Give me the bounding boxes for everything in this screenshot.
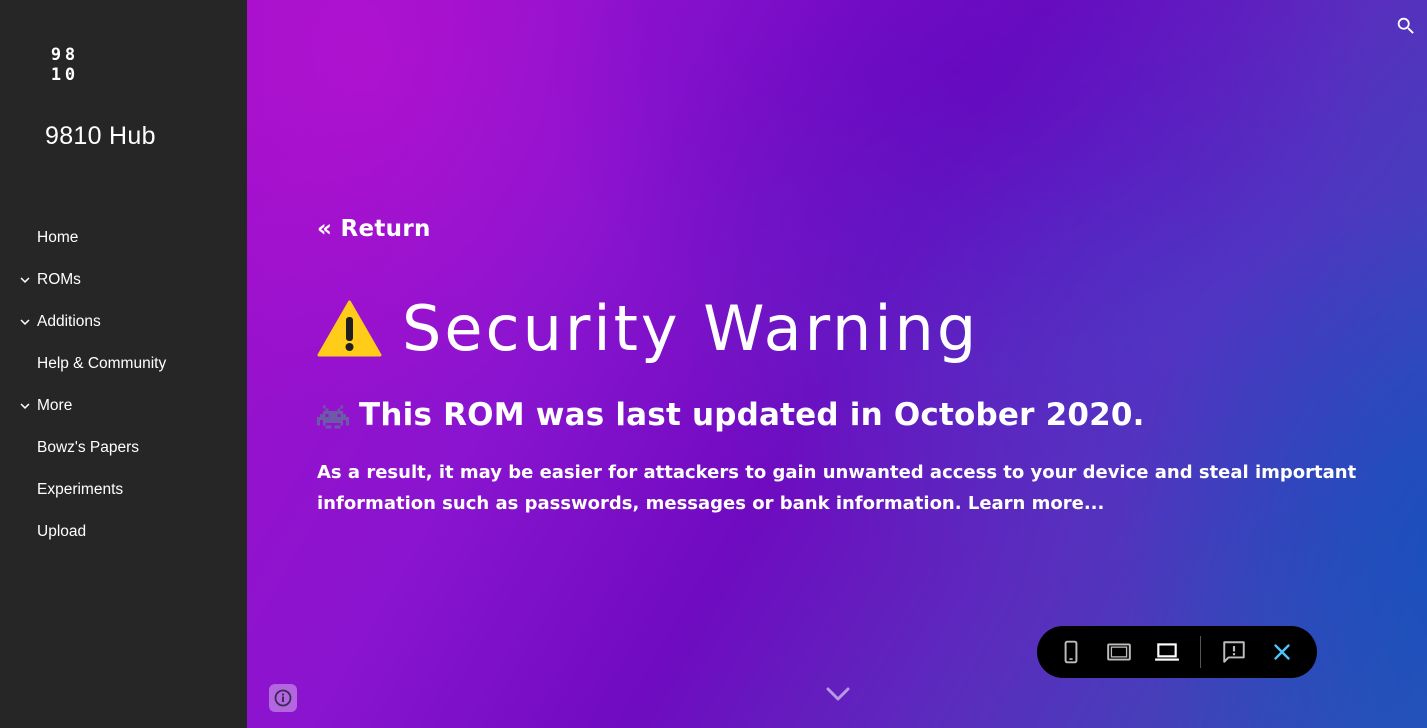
sidebar-item-bowzs-papers[interactable]: Bowz's Papers (0, 427, 247, 469)
sidebar-item-label: Help & Community (37, 355, 167, 372)
scroll-down-chevron-icon[interactable] (825, 684, 851, 704)
logo-digit: 9 (50, 45, 62, 65)
sidebar-item-additions[interactable]: Additions (0, 301, 247, 343)
sidebar-item-label: More (37, 397, 73, 414)
device-bar-divider (1200, 636, 1201, 668)
sidebar-item-roms[interactable]: ROMs (0, 259, 247, 301)
logo-digit: 0 (64, 64, 76, 85)
sidebar-nav: Home ROMs Additions Help & Community Mor… (0, 217, 247, 553)
phone-preview-icon[interactable] (1058, 639, 1084, 665)
sidebar-item-label: Bowz's Papers (37, 439, 140, 456)
space-invader-icon (317, 405, 349, 429)
sidebar: 9 8 1 0 9810 Hub Home ROMs Additions Hel… (0, 0, 247, 728)
return-link[interactable]: « Return (317, 216, 431, 242)
logo-digit: 1 (50, 64, 62, 85)
sidebar-item-help-community[interactable]: Help & Community (0, 343, 247, 385)
close-icon[interactable] (1269, 639, 1295, 665)
sidebar-item-experiments[interactable]: Experiments (0, 469, 247, 511)
info-icon (274, 689, 292, 707)
hero-section: « Return Security Warning This ROM was l… (247, 0, 1427, 728)
laptop-preview-icon[interactable] (1154, 639, 1180, 665)
site-title[interactable]: 9810 Hub (45, 122, 156, 151)
sidebar-item-label: ROMs (37, 271, 81, 288)
subheadline: This ROM was last updated in October 202… (359, 397, 1145, 433)
sidebar-item-label: Upload (37, 523, 87, 540)
warning-body-text: As a result, it may be easier for attack… (317, 462, 1357, 514)
logo-digit: 8 (64, 45, 76, 65)
chevron-down-icon[interactable] (16, 397, 34, 415)
feedback-icon[interactable] (1221, 639, 1247, 665)
tablet-preview-icon[interactable] (1106, 639, 1132, 665)
site-info-button[interactable] (269, 684, 297, 712)
sidebar-item-upload[interactable]: Upload (0, 511, 247, 553)
search-icon[interactable] (1395, 15, 1417, 37)
page-title: Security Warning (402, 292, 980, 365)
chevron-down-icon[interactable] (16, 313, 34, 331)
site-logo[interactable]: 9 8 1 0 (50, 46, 76, 84)
sidebar-item-label: Home (37, 229, 79, 246)
sidebar-item-more[interactable]: More (0, 385, 247, 427)
sidebar-item-home[interactable]: Home (0, 217, 247, 259)
preview-device-bar (1037, 626, 1317, 678)
chevron-down-icon[interactable] (16, 271, 34, 289)
sidebar-item-label: Experiments (37, 481, 124, 498)
warning-icon (317, 300, 382, 357)
sidebar-item-label: Additions (37, 313, 101, 330)
